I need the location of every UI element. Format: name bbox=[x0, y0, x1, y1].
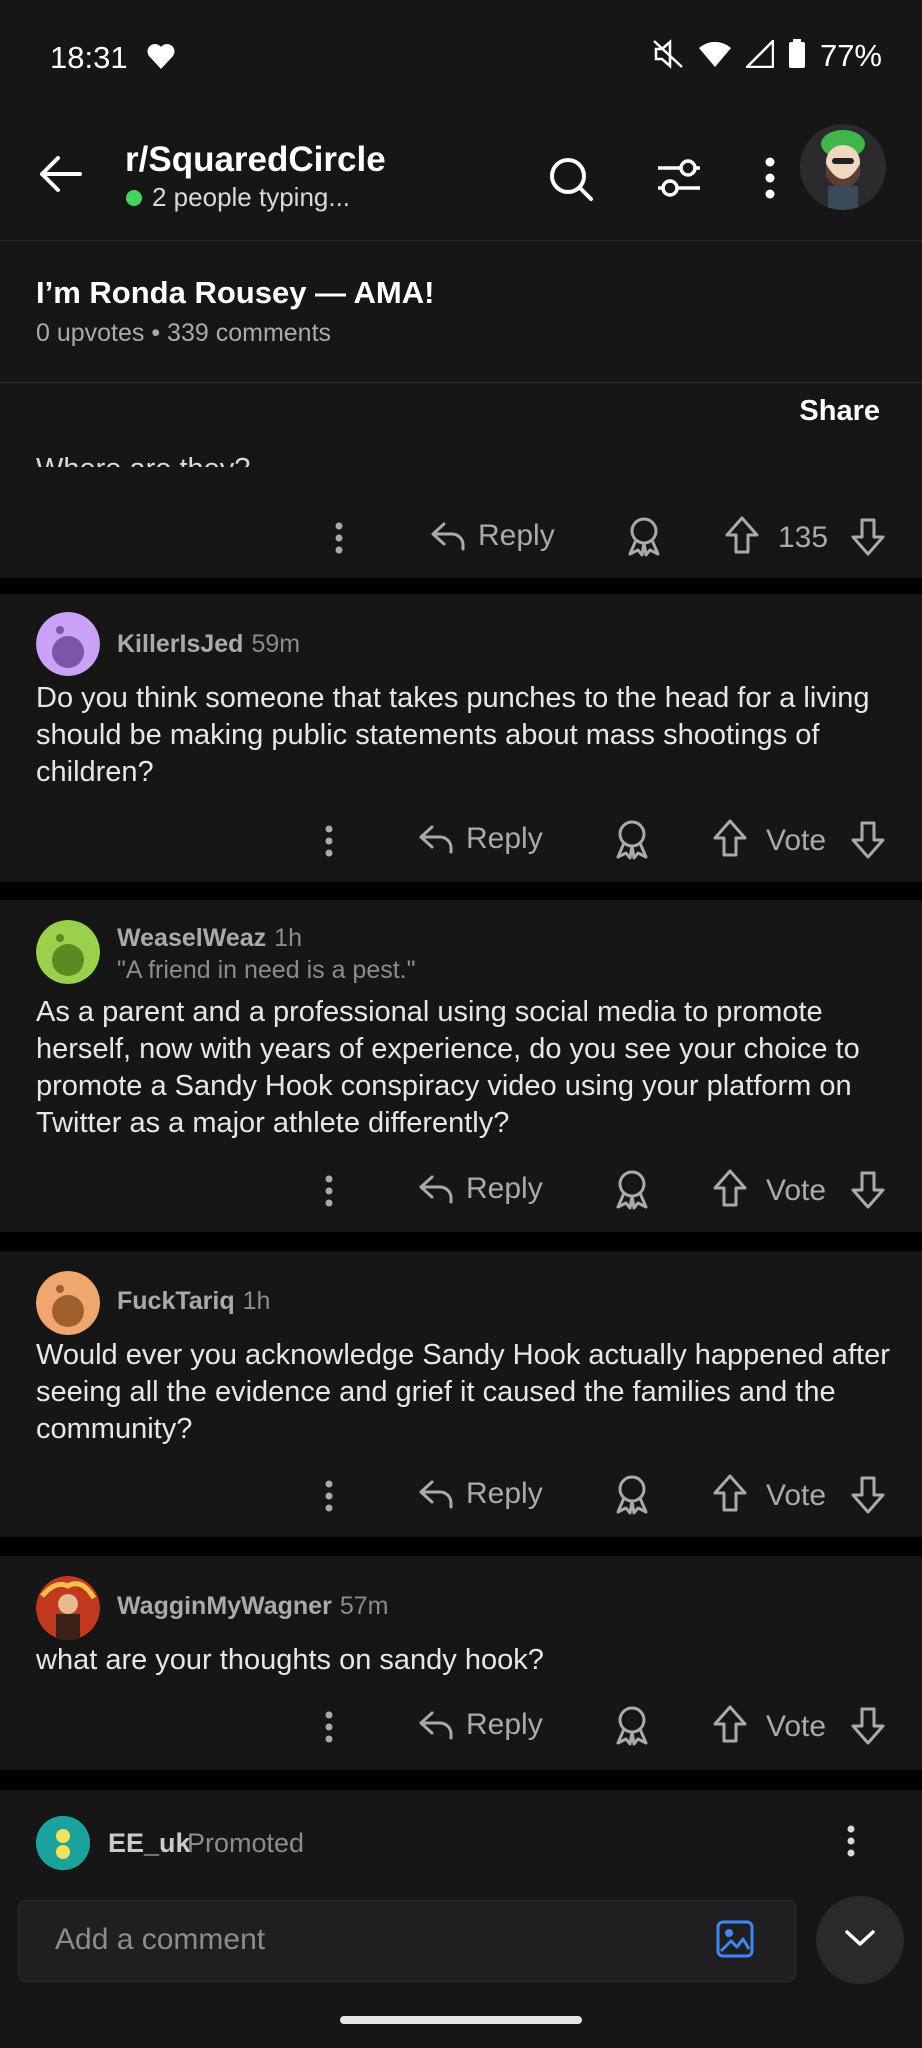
comment-time: 1h bbox=[274, 924, 302, 952]
promo-user[interactable]: EE_uk bbox=[108, 1828, 191, 1859]
reply-icon bbox=[419, 1711, 453, 1740]
signal-icon bbox=[743, 37, 775, 73]
post-title[interactable]: I’m Ronda Rousey — AMA! bbox=[36, 275, 434, 311]
subreddit-name[interactable]: r/SquaredCircle bbox=[125, 140, 386, 180]
user-flair: "A friend in need is a pest." bbox=[117, 956, 416, 984]
wifi-icon bbox=[698, 40, 732, 73]
more-vertical-icon[interactable] bbox=[762, 156, 778, 205]
comment-actions: Reply Vote bbox=[0, 1702, 922, 1762]
upvote-icon[interactable] bbox=[712, 1704, 748, 1744]
user-avatar[interactable] bbox=[800, 124, 886, 210]
status-time: 18:31 bbox=[50, 40, 128, 75]
comment-body: As a parent and a professional using soc… bbox=[36, 996, 860, 1139]
scroll-down-button[interactable] bbox=[816, 1896, 904, 1984]
comment-author[interactable]: WagginMyWagner 57m bbox=[117, 1592, 388, 1621]
avatar[interactable] bbox=[36, 1271, 100, 1335]
more-vertical-icon[interactable] bbox=[324, 1174, 334, 1208]
more-vertical-icon[interactable] bbox=[324, 1479, 334, 1513]
comment-composer: Add a comment bbox=[0, 1880, 922, 2048]
reply-button[interactable]: Reply bbox=[418, 1708, 543, 1742]
share-bar: Share Where are they? Reply 135 bbox=[0, 383, 922, 578]
upvote-icon[interactable] bbox=[712, 1168, 748, 1208]
comment-body: Would ever you acknowledge Sandy Hook ac… bbox=[36, 1339, 890, 1445]
share-button[interactable]: Share bbox=[799, 395, 880, 428]
comment-author[interactable]: FuckTariq 1h bbox=[117, 1287, 270, 1316]
heart-icon bbox=[146, 42, 176, 75]
reply-icon bbox=[419, 1175, 453, 1204]
comment-card: WagginMyWagner 57m what are your thoughts… bbox=[0, 1556, 922, 1770]
reply-icon bbox=[419, 1480, 453, 1509]
search-icon[interactable] bbox=[548, 156, 594, 207]
more-vertical-icon[interactable] bbox=[846, 1824, 856, 1863]
filter-icon[interactable] bbox=[656, 156, 702, 205]
more-vertical-icon[interactable] bbox=[334, 521, 344, 555]
comment-time: 57m bbox=[339, 1592, 389, 1620]
vote-label: Vote bbox=[766, 1710, 827, 1743]
comment-time: 59m bbox=[251, 630, 301, 658]
avatar[interactable] bbox=[36, 1576, 100, 1640]
comment-body-cut: Where are they? bbox=[36, 453, 250, 467]
comment-body: Do you think someone that takes punches … bbox=[36, 682, 870, 788]
reply-button[interactable]: Reply bbox=[418, 1172, 543, 1206]
reply-button[interactable]: Reply bbox=[418, 1477, 543, 1511]
comment-author[interactable]: KillerIsJed 59m bbox=[117, 630, 300, 659]
home-indicator[interactable] bbox=[340, 2016, 582, 2024]
battery-icon bbox=[788, 38, 806, 74]
award-icon[interactable] bbox=[612, 818, 652, 860]
comment-actions: Reply 135 bbox=[0, 513, 922, 573]
award-icon[interactable] bbox=[624, 515, 664, 557]
comment-actions: Reply Vote bbox=[0, 816, 922, 876]
vote-label: Vote bbox=[766, 1174, 827, 1207]
comment-body: what are your thoughts on sandy hook? bbox=[36, 1644, 544, 1676]
status-bar: 18:31 77% bbox=[0, 0, 922, 110]
comment-placeholder: Add a comment bbox=[55, 1923, 266, 1956]
back-arrow-icon[interactable] bbox=[38, 154, 84, 199]
comment-card: FuckTariq 1h Would ever you acknowledge S… bbox=[0, 1251, 922, 1537]
promo-avatar bbox=[36, 1816, 90, 1870]
comment-time: 1h bbox=[242, 1287, 271, 1315]
more-vertical-icon[interactable] bbox=[324, 824, 334, 858]
downvote-icon[interactable] bbox=[850, 517, 886, 557]
status-icons: 77% bbox=[652, 37, 882, 74]
more-vertical-icon[interactable] bbox=[324, 1710, 334, 1744]
reply-button[interactable]: Reply bbox=[430, 519, 555, 553]
upvote-icon[interactable] bbox=[712, 818, 748, 858]
reply-icon bbox=[431, 522, 465, 551]
downvote-icon[interactable] bbox=[850, 1475, 886, 1515]
avatar[interactable] bbox=[36, 920, 100, 984]
award-icon[interactable] bbox=[612, 1168, 652, 1210]
vote-label: Vote bbox=[766, 1479, 827, 1512]
award-icon[interactable] bbox=[612, 1704, 652, 1746]
vote-count: 135 bbox=[778, 521, 829, 554]
comment-author[interactable]: WeaselWeaz 1h bbox=[117, 924, 302, 953]
chevron-down-icon bbox=[844, 1928, 876, 1953]
avatar[interactable] bbox=[36, 612, 100, 676]
reply-button[interactable]: Reply bbox=[418, 822, 543, 856]
post-header[interactable]: I’m Ronda Rousey — AMA! 0 upvotes • 339 … bbox=[0, 241, 922, 384]
online-dot bbox=[126, 189, 142, 206]
post-meta: 0 upvotes • 339 comments bbox=[36, 319, 332, 347]
downvote-icon[interactable] bbox=[850, 1170, 886, 1210]
comment-card: KillerIsJed 59m Do you think someone that… bbox=[0, 594, 922, 882]
upvote-icon[interactable] bbox=[712, 1473, 748, 1513]
downvote-icon[interactable] bbox=[850, 820, 886, 860]
image-icon[interactable] bbox=[715, 1919, 755, 1964]
comment-card: WeaselWeaz 1h "A friend in need is a pest… bbox=[0, 900, 922, 1232]
comment-input[interactable]: Add a comment bbox=[18, 1900, 796, 1982]
typing-text: 2 people typing... bbox=[152, 182, 351, 212]
upvote-icon[interactable] bbox=[724, 515, 760, 555]
battery-level: 77% bbox=[819, 38, 882, 73]
reply-icon bbox=[419, 825, 453, 854]
app-header: r/SquaredCircle 2 people typing... bbox=[0, 110, 922, 241]
comment-actions: Reply Vote bbox=[0, 1166, 922, 1226]
downvote-icon[interactable] bbox=[850, 1706, 886, 1746]
vote-label: Vote bbox=[766, 824, 827, 857]
comment-actions: Reply Vote bbox=[0, 1471, 922, 1531]
typing-indicator: 2 people typing... bbox=[126, 182, 350, 213]
mute-icon bbox=[652, 38, 684, 74]
promoted-label: Promoted bbox=[187, 1828, 305, 1858]
award-icon[interactable] bbox=[612, 1473, 652, 1515]
